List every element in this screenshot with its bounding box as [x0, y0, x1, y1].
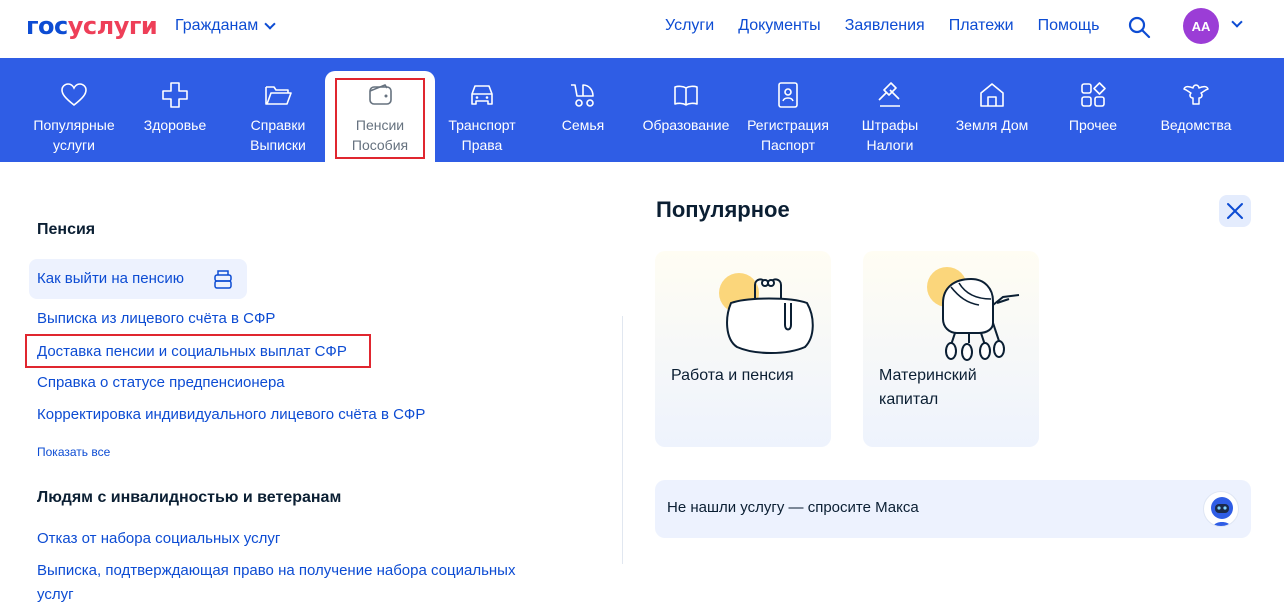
link-pension-delivery[interactable]: Доставка пенсии и социальных выплат СФР	[37, 343, 347, 360]
emblem-icon	[1183, 84, 1209, 105]
category-label-1: Образование	[642, 117, 730, 133]
ask-maks-bar[interactable]: Не нашли услугу — спросите Макса	[655, 480, 1251, 538]
nav-services[interactable]: Услуги	[665, 17, 714, 35]
category-label-2: Выписки	[250, 137, 306, 153]
close-button[interactable]	[1219, 195, 1251, 227]
car-icon	[471, 85, 493, 105]
top-header: госуслуги Гражданам Услуги Документы Зая…	[0, 0, 1284, 58]
user-avatar[interactable]: АА	[1183, 8, 1219, 44]
category-land-house[interactable]: Земля Дом	[951, 58, 1033, 162]
gosuslugi-logo[interactable]: госуслуги	[26, 12, 158, 40]
robot-icon	[1211, 497, 1233, 526]
category-label-2: услуги	[53, 137, 95, 153]
ask-maks-text: Не нашли услугу — спросите Макса	[667, 499, 919, 516]
category-label-2: Права	[461, 137, 503, 153]
category-band: Популярные услуги Здоровье Справки Выпис…	[0, 58, 1284, 162]
stroller-illustration	[942, 277, 1020, 361]
popular-title: Популярное	[656, 197, 790, 222]
category-popular[interactable]: Популярные услуги	[22, 58, 126, 162]
category-label-2: Пособия	[351, 137, 409, 153]
section-title-pension: Пенсия	[37, 221, 96, 238]
wallet-icon	[369, 84, 392, 105]
category-label-1: Семья	[561, 117, 605, 133]
category-label-1: Популярные	[33, 117, 115, 133]
audience-label: Гражданам	[175, 17, 259, 34]
category-registration[interactable]: Регистрация Паспорт	[744, 58, 832, 162]
category-health[interactable]: Здоровье	[135, 58, 215, 162]
category-label-2: Налоги	[866, 137, 914, 153]
category-fines[interactable]: Штрафы Налоги	[856, 58, 924, 162]
nav-documents[interactable]: Документы	[738, 17, 820, 35]
category-label-1: Здоровье	[143, 117, 207, 133]
coin-stack-icon	[214, 270, 232, 289]
category-other[interactable]: Прочее	[1062, 58, 1124, 162]
folder-icon	[265, 86, 292, 105]
card-caption: Материнский капитал	[879, 364, 977, 412]
link-social-services-statement[interactable]: Выписка, подтверждающая право на получен…	[37, 562, 515, 579]
passport-icon	[778, 82, 798, 108]
section-title-disabled: Людям с инвалидностью и ветеранам	[37, 489, 342, 506]
card-caption-line1: Материнский	[879, 367, 977, 384]
category-label-1: Пенсии	[355, 117, 405, 133]
link-sfr-account-statement[interactable]: Выписка из лицевого счёта в СФР	[37, 310, 275, 327]
category-label-1: Ведомства	[1160, 117, 1232, 133]
search-icon[interactable]	[1127, 15, 1151, 39]
column-divider	[622, 316, 623, 564]
audience-dropdown[interactable]: Гражданам	[175, 17, 276, 35]
link-account-correction[interactable]: Корректировка индивидуального лицевого с…	[37, 406, 425, 423]
book-icon	[674, 85, 698, 106]
category-family[interactable]: Семья	[551, 58, 615, 162]
top-nav: Услуги Документы Заявления Платежи Помощ…	[665, 17, 1099, 35]
category-education[interactable]: Образование	[640, 58, 732, 162]
robot-assistant-icon	[1203, 491, 1239, 527]
category-label-1: Штрафы	[861, 117, 919, 133]
close-icon	[1227, 203, 1243, 219]
heart-icon	[61, 83, 87, 107]
category-label-1: Регистрация	[747, 117, 829, 133]
category-pensions[interactable]: Пенсии Пособия	[325, 71, 435, 162]
chevron-down-icon	[264, 18, 276, 30]
popular-card-maternity-capital[interactable]: Материнский капитал	[863, 251, 1039, 447]
nav-applications[interactable]: Заявления	[845, 17, 925, 35]
stroller-icon	[571, 84, 594, 107]
category-departments[interactable]: Ведомства	[1154, 58, 1238, 162]
avatar-chevron-down-icon[interactable]	[1231, 16, 1243, 28]
card-caption-line1: Работа и пенсия	[671, 367, 794, 384]
category-label-2: Паспорт	[760, 137, 816, 153]
popular-card-work-pension[interactable]: Работа и пенсия	[655, 251, 831, 447]
gavel-icon	[878, 82, 900, 107]
category-certificates[interactable]: Справки Выписки	[236, 58, 320, 162]
medical-cross-icon	[162, 82, 188, 108]
nav-help[interactable]: Помощь	[1038, 17, 1100, 35]
card-caption: Работа и пенсия	[671, 364, 794, 388]
logo-part-uslugi: услуги	[67, 12, 158, 40]
show-all-link[interactable]: Показать все	[37, 445, 110, 459]
link-social-services-statement-cont[interactable]: услуг	[37, 586, 74, 603]
purse-illustration	[726, 278, 814, 354]
house-icon	[980, 83, 1004, 107]
category-label-1: Прочее	[1068, 117, 1118, 133]
logo-part-gos: гос	[26, 12, 68, 40]
category-label-1: Земля Дом	[955, 117, 1029, 133]
nav-payments[interactable]: Платежи	[949, 17, 1014, 35]
link-refuse-social-services[interactable]: Отказ от набора социальных услуг	[37, 530, 280, 547]
link-pre-pensioner-status[interactable]: Справка о статусе предпенсионера	[37, 374, 285, 391]
link-how-to-retire[interactable]: Как выйти на пенсию	[37, 270, 184, 287]
category-label-1: Справки	[250, 117, 306, 133]
category-transport[interactable]: Транспорт Права	[440, 58, 524, 162]
category-label-1: Транспорт	[448, 117, 516, 133]
card-caption-line2: капитал	[879, 391, 939, 408]
grid-icon	[1081, 82, 1106, 107]
